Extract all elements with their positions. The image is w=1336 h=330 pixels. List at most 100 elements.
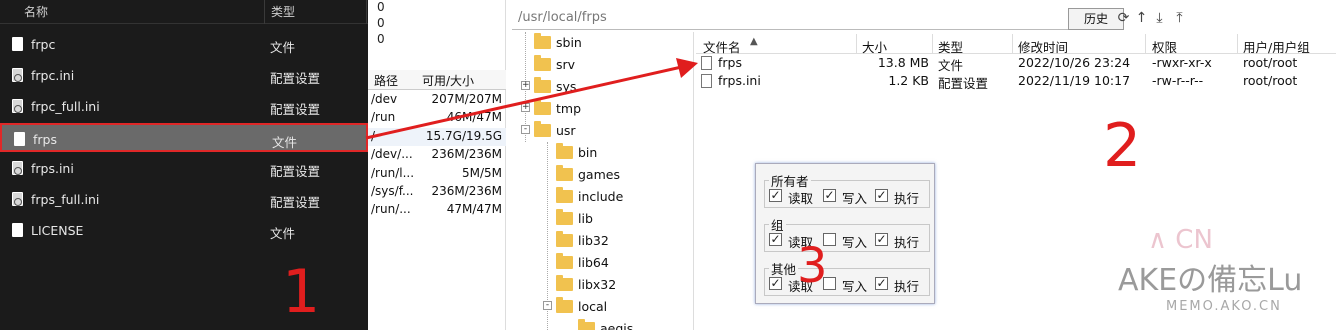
file-type: 配置设置 xyxy=(270,195,321,210)
path-toolbar: /usr/local/frps 历史 ⟳ ↑ ⤓ ⤒ xyxy=(512,8,1336,32)
folder-icon xyxy=(556,275,573,291)
config-file-icon xyxy=(12,99,23,113)
disk-row[interactable]: /sys/f... 236M/236M xyxy=(368,183,506,201)
folder-icon xyxy=(578,319,595,330)
config-file-icon xyxy=(12,161,23,175)
file-icon xyxy=(14,132,25,146)
tree-item-label: lib32 xyxy=(578,233,609,248)
folder-icon xyxy=(556,209,573,225)
checkbox-write[interactable]: ✓ xyxy=(823,189,836,202)
file-type: 配置设置 xyxy=(270,164,321,179)
disk-size: 5M/5M xyxy=(461,165,502,180)
file-name: frps_full.ini xyxy=(31,192,100,207)
cell-name: frps.ini xyxy=(718,73,761,88)
tree-item-libx32[interactable]: libx32 xyxy=(512,274,692,296)
file-type: 配置设置 xyxy=(270,71,321,86)
file-row[interactable]: frpc 文件 xyxy=(0,30,368,59)
tree-item-label: lib xyxy=(578,211,593,226)
cell-name: frps xyxy=(718,55,742,70)
file-name: frpc.ini xyxy=(31,68,75,83)
stat-value: 0 xyxy=(377,16,385,30)
tree-item-include[interactable]: include xyxy=(512,186,692,208)
checkbox-label: 执行 xyxy=(894,191,920,206)
tree-item-aegis[interactable]: aegis xyxy=(512,318,692,330)
checkbox-read[interactable]: ✓ xyxy=(769,189,782,202)
file-row[interactable]: frps 文件 xyxy=(0,123,368,152)
file-icon xyxy=(12,37,23,51)
tree-item-games[interactable]: games xyxy=(512,164,692,186)
explorer-header: 名称 类型 xyxy=(0,0,368,24)
tree-item-label: libx32 xyxy=(578,277,617,292)
file-list-row[interactable]: frps.ini 1.2 KB 配置设置 2022/11/19 10:17 -rw-r-… xyxy=(696,72,1336,91)
tree-item-label: games xyxy=(578,167,620,182)
stat-value: 0 xyxy=(377,32,385,46)
file-name: LICENSE xyxy=(31,223,84,238)
file-name: frps xyxy=(33,132,57,147)
checkbox-label: 执行 xyxy=(894,279,920,294)
checkbox-read[interactable]: ✓ xyxy=(769,277,782,290)
tree-item-local[interactable]: - local xyxy=(512,296,692,318)
download-icon[interactable]: ⤓ xyxy=(1152,11,1167,26)
checkbox-exec[interactable]: ✓ xyxy=(875,277,888,290)
file-row[interactable]: frps.ini 配置设置 xyxy=(0,154,368,183)
checkbox-label: 执行 xyxy=(894,235,920,250)
tree-item-label: include xyxy=(578,189,624,204)
path-input[interactable]: /usr/local/frps xyxy=(512,8,1068,30)
expander-icon[interactable]: - xyxy=(543,301,552,310)
file-row[interactable]: frpc_full.ini 配置设置 xyxy=(0,92,368,121)
tree-item-lib[interactable]: lib xyxy=(512,208,692,230)
config-file-icon xyxy=(12,68,23,82)
folder-icon xyxy=(556,297,573,313)
annotation-number-3: 3 xyxy=(797,238,828,294)
mount-path: /run/... xyxy=(371,202,411,217)
column-type-header[interactable]: 类型 xyxy=(271,3,295,20)
file-list-row[interactable]: frps 13.8 MB 文件 2022/10/26 23:24 -rwxr-xr-x r… xyxy=(696,54,1336,73)
watermark-text: AKEの備忘Lu xyxy=(1118,263,1303,298)
disk-row[interactable]: /run/... 47M/47M xyxy=(368,201,506,219)
cell-type: 配置设置 xyxy=(938,76,989,91)
checkbox-read[interactable]: ✓ xyxy=(769,233,782,246)
tree-item-label: local xyxy=(578,299,608,314)
up-directory-icon[interactable]: ↑ xyxy=(1134,11,1149,26)
file-type: 文件 xyxy=(272,135,298,150)
tree-item-label: aegis xyxy=(600,321,634,330)
permission-dialog: 所有者 ✓ 读取 ✓ 写入 ✓ 执行组 ✓ 读取 写入 ✓ 执行 其他 ✓ 读取 写入 ✓ 执行 xyxy=(755,163,935,304)
cell-owner: root/root xyxy=(1243,73,1298,88)
tree-item-lib32[interactable]: lib32 xyxy=(512,230,692,252)
mount-path: /sys/f... xyxy=(371,184,414,198)
stat-value: 0 xyxy=(377,0,385,14)
disk-size: 236M/236M xyxy=(431,184,502,198)
file-name: frpc xyxy=(31,37,56,52)
checkbox-label: 读取 xyxy=(788,191,814,206)
folder-icon xyxy=(556,253,573,269)
permission-group: 所有者 ✓ 读取 ✓ 写入 ✓ 执行 xyxy=(764,171,930,208)
disk-size: 47M/47M xyxy=(446,202,502,217)
sort-ascending-icon: ▲ xyxy=(750,36,758,47)
folder-icon xyxy=(534,33,551,49)
cell-mtime: 2022/10/26 23:24 xyxy=(1018,55,1131,70)
watermark-logo: ∧ CN xyxy=(1148,225,1213,255)
file-row[interactable]: frps_full.ini 配置设置 xyxy=(0,185,368,214)
folder-icon xyxy=(556,187,573,203)
file-type: 文件 xyxy=(270,40,296,55)
checkbox-exec[interactable]: ✓ xyxy=(875,189,888,202)
file-name: frpc_full.ini xyxy=(31,99,100,114)
checkbox-label: 写入 xyxy=(842,235,868,250)
upload-icon[interactable]: ⤒ xyxy=(1172,11,1187,26)
cell-perm: -rw-r--r-- xyxy=(1152,73,1204,88)
tree-item-label: sbin xyxy=(556,35,582,50)
disk-row[interactable]: /run/l... 5M/5M xyxy=(368,165,506,183)
file-row[interactable]: LICENSE 文件 xyxy=(0,216,368,245)
checkbox-exec[interactable]: ✓ xyxy=(875,233,888,246)
mount-path: /run/l... xyxy=(371,165,415,180)
checkbox-label: 写入 xyxy=(842,191,868,206)
tree-item-lib64[interactable]: lib64 xyxy=(512,252,692,274)
refresh-icon[interactable]: ⟳ xyxy=(1116,11,1131,26)
file-row[interactable]: frpc.ini 配置设置 xyxy=(0,61,368,90)
file-type: 配置设置 xyxy=(270,102,321,117)
permission-group: 组 ✓ 读取 写入 ✓ 执行 xyxy=(764,215,930,252)
column-name-header[interactable]: 名称 xyxy=(24,3,48,20)
file-type: 文件 xyxy=(270,226,296,241)
watermark: ∧ CN AKEの備忘Lu MEMO.AKO.CN xyxy=(1118,225,1333,330)
annotation-arrow xyxy=(365,58,698,140)
